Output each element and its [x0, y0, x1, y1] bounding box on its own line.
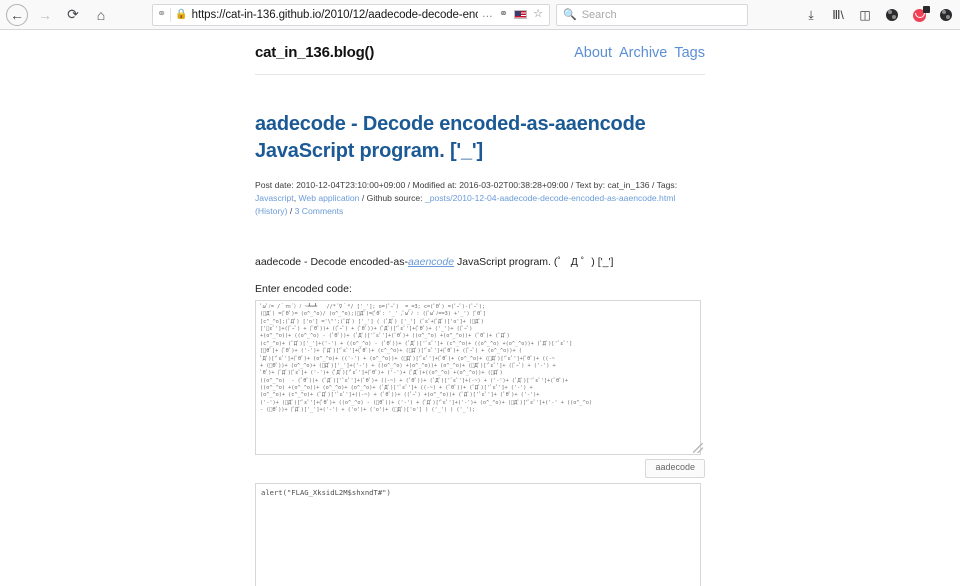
- meta-sep-5: /: [289, 206, 293, 217]
- aaencode-link[interactable]: aaencode: [408, 256, 454, 268]
- meta-sep-2: /: [570, 180, 574, 190]
- url-text[interactable]: https://cat-in-136.github.io/2010/12/aad…: [192, 9, 478, 21]
- navigation-buttons: ← → ⟳ ⌂: [4, 3, 114, 27]
- home-button-icon[interactable]: ⌂: [88, 3, 114, 27]
- page-viewport: cat_in_136.blog() About Archive Tags aad…: [0, 30, 960, 586]
- meta-sep-1: /: [407, 180, 411, 190]
- github-source-label: Github source:: [366, 193, 423, 204]
- intro-prefix: aadecode - Decode encoded-as-: [255, 256, 408, 269]
- browser-toolbar: ← → ⟳ ⌂ ⚭ 🔒 https://cat-in-136.github.io…: [0, 0, 960, 30]
- tracking-protection-shield-icon[interactable]: ⚭: [157, 9, 166, 20]
- modified-label: Modified at:: [412, 180, 457, 190]
- page-actions-icon[interactable]: …: [482, 9, 493, 20]
- address-bar[interactable]: ⚭ 🔒 https://cat-in-136.github.io/2010/12…: [152, 3, 550, 26]
- forward-button-icon: →: [38, 6, 52, 23]
- decoded-code-output[interactable]: [255, 482, 701, 586]
- reload-button-icon[interactable]: ⟳: [60, 3, 86, 27]
- post-date-value: 2010-12-04T23:10:00+09:00: [296, 180, 406, 190]
- site-nav: About Archive Tags: [574, 45, 705, 61]
- post-meta: Post date: 2010-12-04T23:10:00+09:00 / M…: [255, 179, 705, 218]
- downloads-icon[interactable]: ⤓: [799, 3, 823, 27]
- comments-link[interactable]: 3 Comments: [295, 206, 344, 216]
- search-bar[interactable]: 🔍 Search: [556, 3, 748, 26]
- site-brand[interactable]: cat_in_136.blog(): [255, 44, 374, 61]
- urlbar-divider: [170, 7, 172, 22]
- sidebar-icon[interactable]: ◫: [853, 3, 877, 27]
- author-label: Text by:: [575, 180, 606, 190]
- meta-sep-4: /: [361, 193, 365, 204]
- meta-sep-3: /: [651, 180, 655, 190]
- nav-item-about[interactable]: About: [574, 45, 612, 61]
- github-source-link[interactable]: _posts/2010-12-04-aadecode-decode-encode…: [425, 193, 675, 203]
- tag-comma: ,: [293, 193, 297, 204]
- toolbar-right-icons: ⤓ Ⅲ\ ◫: [799, 0, 958, 30]
- encoded-input-wrap: [255, 299, 705, 455]
- globe-extension-icon[interactable]: [880, 3, 904, 27]
- aadecode-button[interactable]: aadecode: [645, 458, 705, 478]
- tag-link-web-application[interactable]: Web application: [298, 193, 359, 203]
- intro-suffix: JavaScript program. (゜ Д ゜) ['_']: [454, 256, 614, 269]
- overflow-menu-icon[interactable]: [934, 3, 958, 27]
- language-flag-icon[interactable]: [514, 10, 528, 19]
- urlbar-action-icons: … ⚭ ☆: [482, 9, 545, 20]
- encoded-input-label: Enter encoded code:: [255, 282, 352, 295]
- decode-button-row: aadecode: [255, 458, 705, 478]
- library-icon[interactable]: Ⅲ\: [826, 3, 850, 27]
- encoded-code-input[interactable]: [255, 299, 701, 455]
- site-header: cat_in_136.blog() About Archive Tags: [255, 44, 705, 75]
- lock-icon: 🔒: [175, 9, 188, 20]
- bookmark-star-icon[interactable]: ☆: [533, 9, 543, 20]
- back-button-icon[interactable]: ←: [6, 3, 28, 26]
- search-placeholder[interactable]: Search: [582, 9, 617, 21]
- pocket-extension-icon[interactable]: [907, 3, 931, 27]
- history-link[interactable]: (History): [255, 206, 287, 216]
- nav-item-archive[interactable]: Archive: [619, 45, 667, 61]
- tags-label: Tags:: [656, 180, 678, 190]
- author-value: cat_in_136: [607, 180, 650, 190]
- post-date-label: Post date:: [255, 180, 294, 190]
- modified-value: 2016-03-02T00:38:28+09:00: [459, 180, 569, 190]
- nav-item-tags[interactable]: Tags: [674, 45, 705, 61]
- content-column: cat_in_136.blog() About Archive Tags aad…: [255, 30, 705, 586]
- decoded-output-wrap: [255, 482, 705, 586]
- post-intro-paragraph: aadecode - Decode encoded-as-aaencode Ja…: [255, 255, 705, 271]
- search-icon: 🔍: [563, 9, 577, 21]
- tag-link-javascript[interactable]: Javascript: [255, 193, 294, 203]
- page-title: aadecode - Decode encoded-as-aaencode Ja…: [255, 113, 646, 162]
- reader-shield-icon[interactable]: ⚭: [499, 9, 508, 20]
